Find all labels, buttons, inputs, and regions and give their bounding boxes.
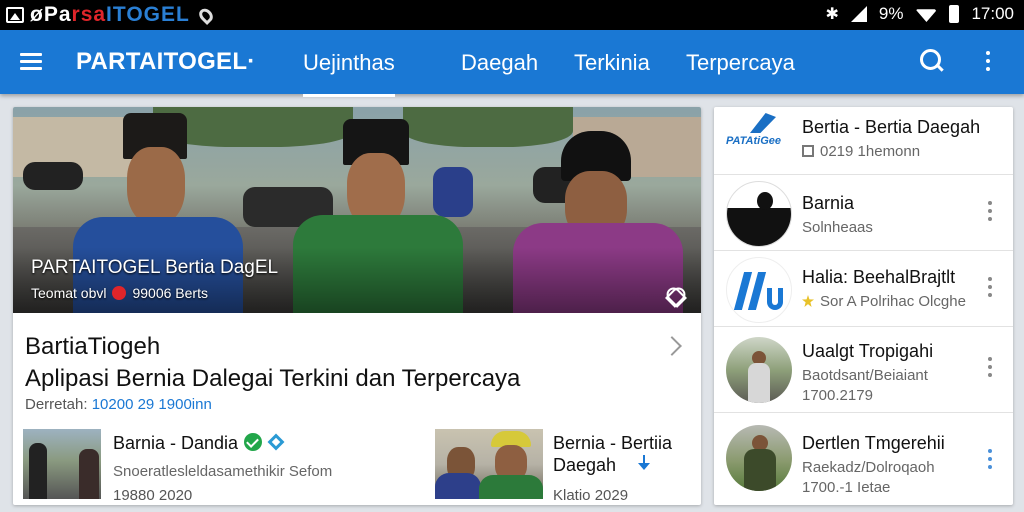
side-item-thumbnail (726, 337, 792, 403)
side-item-thumbnail (726, 181, 792, 247)
featured-article-card[interactable]: PARTAITOGEL Bertia DagEL Teomat obvl 990… (13, 107, 701, 505)
down-arrow-icon[interactable] (638, 455, 650, 470)
side-item-thumbnail (726, 425, 792, 491)
sub-article-thumbnail (435, 429, 543, 499)
more-icon[interactable] (988, 357, 992, 377)
article-date: Derretah: 10200 29 1900inn (25, 396, 212, 413)
image-icon (6, 7, 24, 23)
hero-image[interactable]: PARTAITOGEL Bertia DagEL Teomat obvl 990… (13, 107, 701, 313)
side-list-item[interactable]: PATAtiGee Bertia - Bertia Daegah 0219 1h… (714, 107, 1013, 175)
sub-article-thumbnail (23, 429, 101, 499)
favorite-icon[interactable] (665, 283, 683, 299)
sub-article-title-line1: Bernia - Bertiia (553, 433, 673, 453)
calendar-icon (802, 145, 814, 157)
side-list-item[interactable]: Barnia Solnheaas (714, 175, 1013, 251)
side-item-logo: PATAtiGee (726, 111, 802, 171)
side-item-sub2: 1700.-1 Ietae (802, 479, 891, 496)
article-date-value: 10200 29 1900inn (91, 396, 212, 413)
status-bar-left: øPa rsa ITOGEL (6, 3, 216, 27)
sub-article-desc: Snoeratlesleldasamethikir Sefom (113, 463, 333, 480)
app-brand[interactable]: PARTAITOGEL· (76, 48, 256, 76)
menu-icon[interactable] (20, 53, 42, 71)
hero-meta-right: 99006 Berts (132, 285, 208, 301)
more-icon[interactable] (988, 201, 992, 221)
search-icon[interactable] (920, 49, 944, 73)
side-item-sub-text: 0219 1hemonn (820, 143, 921, 160)
sub-article-title: Barnia - Dandia (113, 433, 285, 454)
live-icon (112, 286, 127, 300)
side-item-sub: Solnheaas (802, 219, 873, 236)
status-logo-part2: rsa (71, 3, 107, 26)
side-item-sub-text: Sor A Polrihac Olcghe (820, 293, 966, 310)
side-item-title: Halia: BeehalBrajtlt (802, 267, 956, 287)
app-bar: PARTAITOGEL· Uejinthas Daegah Terkinia T… (0, 30, 1024, 97)
verified-icon (244, 433, 263, 451)
battery-icon (949, 5, 960, 23)
sub-article-title-line2: Daegah (553, 455, 617, 475)
side-list-item[interactable]: Halia: BeehalBrajtlt Sor A Polrihac Olcg… (714, 251, 1013, 327)
article-category: BartiaTiogeh (25, 333, 161, 360)
star-icon (802, 295, 814, 307)
sub-article-date: Klatio 2029 (553, 487, 629, 504)
more-options-icon[interactable] (986, 51, 992, 75)
side-item-sub: Raekadz/Dolroqaoh (802, 459, 935, 476)
tab-terkinia[interactable]: Terkinia (574, 50, 650, 76)
sub-article[interactable]: Barnia - Dandia Snoeratlesleldasamethiki… (23, 429, 423, 504)
side-item-sub: Sor A Polrihac Olcghe (802, 293, 966, 310)
signal-icon (850, 6, 867, 22)
side-item-sub: Baotdsant/Beiaiant (802, 367, 928, 384)
article-date-label: Derretah: (25, 396, 88, 413)
side-item-title: Barnia (802, 193, 855, 213)
side-item-sub: 0219 1hemonn (802, 143, 920, 160)
bluetooth-icon: ✱ (825, 6, 839, 23)
side-item-title: Uaalgt Tropigahi (802, 341, 934, 361)
side-list-item[interactable]: Dertlen Tmgerehii Raekadz/Dolroqaoh 1700… (714, 413, 1013, 505)
sub-article[interactable]: Bernia - Bertiia Daegah Klatio 2029 (435, 429, 695, 504)
hero-title: PARTAITOGEL Bertia DagEL (31, 257, 279, 278)
status-logo-part3: ITOGEL (106, 3, 190, 26)
side-item-title: Bertia - Bertia Daegah (802, 117, 981, 137)
location-pin-icon (196, 5, 216, 25)
battery-percent: 9% (878, 4, 904, 23)
article-title[interactable]: Aplipasi Bernia Dalegai Terkini dan Terp… (25, 365, 520, 393)
tab-daegah[interactable]: Daegah (461, 50, 538, 76)
status-logo-part1: øPa (30, 3, 72, 26)
side-item-logo-text: PATAtiGee (726, 135, 782, 147)
chevron-right-icon[interactable] (662, 336, 682, 356)
more-icon[interactable] (988, 277, 992, 297)
tab-terpercaya[interactable]: Terpercaya (686, 50, 795, 76)
hero-motorbike (23, 162, 83, 190)
status-bar: øPa rsa ITOGEL ✱ 9% 17:00 (0, 0, 1024, 30)
status-logo: øPa rsa ITOGEL (30, 3, 190, 27)
diamond-icon (267, 433, 285, 451)
sub-article-date: 19880 2020 (113, 487, 193, 504)
hero-meta-left: Teomat obvl (31, 285, 107, 301)
side-item-logo (726, 257, 792, 323)
wifi-icon (915, 9, 938, 22)
side-item-title: Dertlen Tmgerehii (802, 433, 945, 453)
status-bar-right: ✱ 9% 17:00 (825, 4, 1014, 24)
more-icon[interactable] (988, 449, 992, 469)
tab-uejinthas[interactable]: Uejinthas (303, 50, 395, 97)
side-news-list: PATAtiGee Bertia - Bertia Daegah 0219 1h… (714, 107, 1013, 505)
side-item-sub2: 1700.2179 (802, 387, 873, 404)
status-time: 17:00 (971, 4, 1014, 23)
side-list-item[interactable]: Uaalgt Tropigahi Baotdsant/Beiaiant 1700… (714, 327, 1013, 413)
hero-meta: Teomat obvl 99006 Berts (31, 285, 208, 301)
sub-article-title-text: Barnia - Dandia (113, 433, 239, 453)
